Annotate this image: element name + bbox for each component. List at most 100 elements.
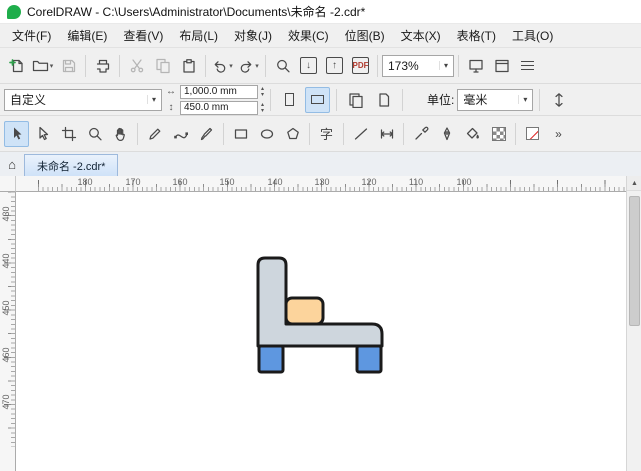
save-button[interactable]: [56, 53, 81, 79]
outline-pen-tool-button[interactable]: [434, 121, 459, 147]
units-combo[interactable]: 毫米 ▾: [457, 88, 534, 111]
paste-icon: [182, 58, 195, 73]
undo-dropdown-icon[interactable]: ▾: [229, 62, 233, 70]
toolbox: 字 »: [0, 116, 641, 152]
scroll-up-button[interactable]: ▲: [627, 176, 641, 191]
pick-cursor-icon: [13, 127, 21, 139]
menu-text[interactable]: 文本(X): [393, 24, 449, 47]
toolbar-separator: [205, 54, 206, 77]
new-document-icon: [8, 58, 23, 72]
chair-cushion[interactable]: [284, 296, 325, 326]
scrollbar-thumb[interactable]: [629, 196, 640, 326]
line-tool-button[interactable]: [348, 121, 373, 147]
new-document-button[interactable]: [4, 53, 29, 79]
toolbar-separator: [336, 88, 338, 111]
export-button[interactable]: ↑: [322, 53, 347, 79]
rectangle-icon: [234, 128, 247, 139]
vertical-ruler[interactable]: 430 440 450 460 470: [0, 192, 16, 471]
page-height-field[interactable]: 450.0 mm: [180, 100, 258, 115]
paste-button[interactable]: [176, 53, 201, 79]
publish-pdf-button[interactable]: PDF: [348, 53, 373, 79]
chair-left-leg[interactable]: [257, 344, 285, 374]
bezier-tool-button[interactable]: [168, 121, 193, 147]
dimension-tool-button[interactable]: [374, 121, 399, 147]
line-icon: [354, 127, 367, 140]
options-button[interactable]: [515, 53, 540, 79]
menu-file[interactable]: 文件(F): [4, 24, 59, 47]
copy-icon: [155, 58, 170, 73]
vertical-scrollbar[interactable]: ▲: [626, 176, 641, 471]
portrait-orientation-button[interactable]: [277, 87, 302, 113]
page-width-field[interactable]: 1,000.0 mm: [180, 84, 258, 99]
page-size-preset-combo[interactable]: 自定义 ▾: [4, 88, 162, 111]
page-width-spinner[interactable]: ▴ ▾: [261, 86, 264, 98]
rectangle-tool-button[interactable]: [228, 121, 253, 147]
scroll-up-icon: ▲: [631, 179, 638, 187]
menu-tools[interactable]: 工具(O): [504, 24, 561, 47]
fullscreen-preview-button[interactable]: [463, 53, 488, 79]
ruler-label: 450: [1, 300, 11, 316]
menu-effects[interactable]: 效果(C): [280, 24, 337, 47]
toolbar-separator: [309, 122, 310, 145]
menu-layout[interactable]: 布局(L): [171, 24, 226, 47]
nudge-icon: [555, 92, 563, 107]
ellipse-tool-button[interactable]: [254, 121, 279, 147]
crop-tool-button[interactable]: [56, 121, 81, 147]
zoom-dropdown-icon[interactable]: ▾: [438, 61, 448, 70]
drawing-canvas[interactable]: [16, 192, 626, 471]
home-button[interactable]: ⌂: [0, 153, 24, 176]
menu-view[interactable]: 查看(V): [115, 24, 171, 47]
text-tool-button[interactable]: 字: [314, 121, 339, 147]
spin-down-icon[interactable]: ▾: [261, 108, 264, 114]
transparency-tool-button[interactable]: [486, 121, 511, 147]
ruler-origin-box[interactable]: [0, 176, 16, 192]
outline-color-swatch-button[interactable]: [520, 121, 545, 147]
units-dropdown-icon[interactable]: ▾: [518, 95, 527, 104]
apply-to-all-pages-button[interactable]: [343, 87, 368, 113]
chair-right-leg[interactable]: [355, 344, 383, 374]
pan-tool-button[interactable]: [108, 121, 133, 147]
fill-bucket-icon: [466, 127, 479, 139]
apply-to-current-page-button[interactable]: [371, 87, 396, 113]
ruler-label: 180: [77, 177, 93, 187]
toolbar-separator: [223, 122, 224, 145]
welcome-screen-button[interactable]: [489, 53, 514, 79]
page-dimensions-group: ↔ 1,000.0 mm ▴ ▾ ↕ 450.0 mm ▴ ▾: [165, 84, 264, 115]
redo-button[interactable]: ▾: [236, 53, 261, 79]
pick-tool-button[interactable]: [4, 120, 29, 147]
menu-object[interactable]: 对象(J): [226, 24, 280, 47]
undo-button[interactable]: ▾: [210, 53, 235, 79]
print-button[interactable]: [90, 53, 115, 79]
freehand-tool-button[interactable]: [142, 121, 167, 147]
coreldraw-logo-icon: [7, 4, 21, 19]
open-dropdown-icon[interactable]: ▾: [50, 62, 54, 70]
copy-button[interactable]: [150, 53, 175, 79]
toolbox-overflow-button[interactable]: »: [546, 121, 571, 147]
spin-down-icon[interactable]: ▾: [261, 92, 264, 98]
document-tab[interactable]: 未命名 -2.cdr*: [24, 154, 119, 176]
toolbar-separator: [137, 122, 138, 145]
redo-dropdown-icon[interactable]: ▾: [255, 62, 259, 70]
menu-bitmaps[interactable]: 位图(B): [337, 24, 393, 47]
search-content-button[interactable]: [270, 53, 295, 79]
cut-button[interactable]: [124, 53, 149, 79]
menu-edit[interactable]: 编辑(E): [59, 24, 115, 47]
hand-icon: [115, 127, 125, 141]
shape-tool-button[interactable]: [30, 121, 55, 147]
interactive-fill-tool-button[interactable]: [460, 121, 485, 147]
horizontal-ruler[interactable]: 180 170 160 150 140 130 120 110 100: [16, 176, 626, 192]
artistic-media-tool-button[interactable]: [194, 121, 219, 147]
eyedropper-tool-button[interactable]: [408, 121, 433, 147]
open-button[interactable]: ▾: [30, 53, 55, 79]
zoom-level-combo[interactable]: 173% ▾: [382, 54, 454, 77]
landscape-orientation-button[interactable]: [305, 86, 331, 113]
page-height-spinner[interactable]: ▴ ▾: [261, 102, 264, 114]
pen-nib-icon: [443, 126, 450, 140]
nudge-offset-button[interactable]: [546, 87, 571, 113]
import-button[interactable]: ↓: [296, 53, 321, 79]
preset-dropdown-icon[interactable]: ▾: [146, 95, 156, 104]
menu-table[interactable]: 表格(T): [449, 24, 504, 47]
polygon-tool-button[interactable]: [280, 121, 305, 147]
zoom-tool-button[interactable]: [82, 121, 107, 147]
save-icon: [62, 59, 75, 72]
